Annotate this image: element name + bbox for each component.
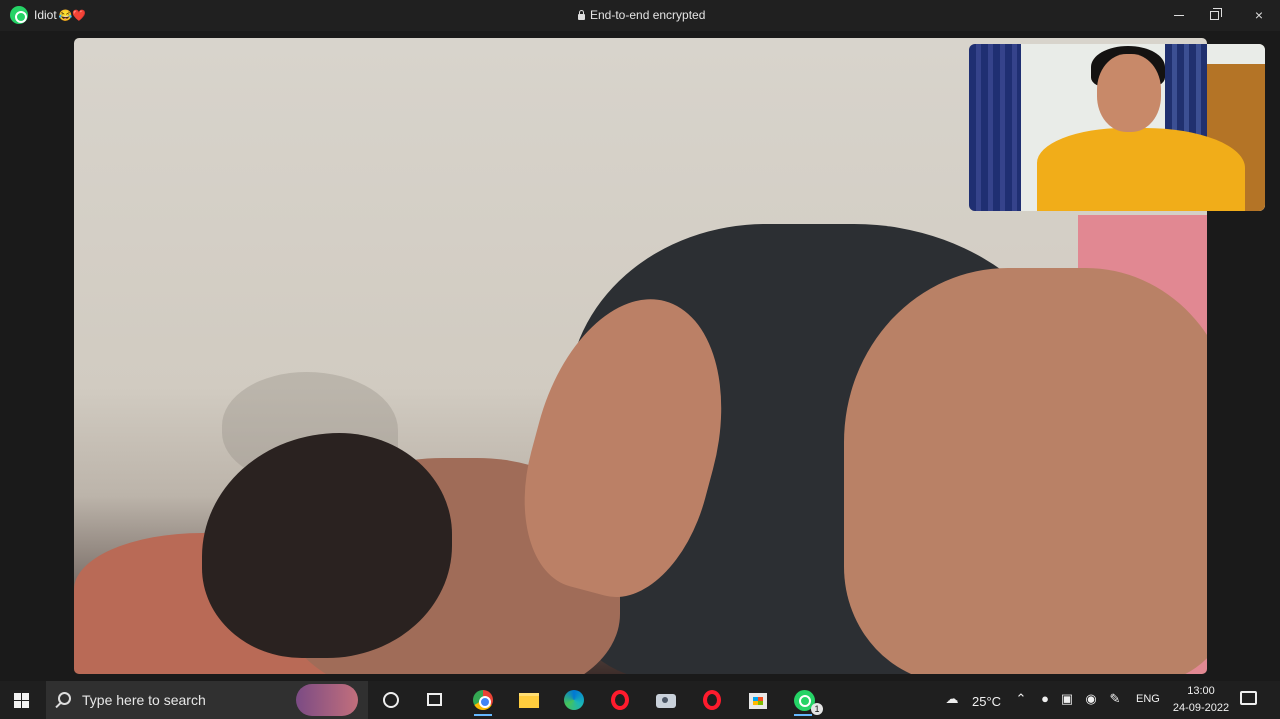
weather-temperature[interactable]: 25°C <box>972 694 1001 709</box>
self-person-shirt <box>1037 128 1245 211</box>
language-indicator[interactable]: ENG <box>1136 693 1160 705</box>
whatsapp-call-window: Idiot 😂❤️ End-to-end encrypted × <box>0 0 1280 681</box>
security-icon[interactable]: ▣ <box>1060 692 1074 706</box>
whatsapp-icon <box>10 6 28 24</box>
self-video[interactable] <box>969 44 1265 211</box>
windows-logo-icon <box>14 693 21 700</box>
remote-person-arm <box>844 268 1207 674</box>
self-person-face <box>1097 54 1161 132</box>
whatsapp-taskbar-button[interactable]: 1 <box>784 684 823 716</box>
weather-icon[interactable]: ☁ <box>945 692 959 706</box>
clock-date[interactable]: 24-09-2022 <box>1163 702 1239 714</box>
search-placeholder: Type here to search <box>82 692 206 708</box>
opera-taskbar-button[interactable] <box>601 684 639 716</box>
camera-icon <box>656 694 676 708</box>
windows-taskbar: Type here to search 1 ☁ 25°C ⌃ ● ▣ ◉ ✎ E… <box>0 681 1280 719</box>
remote-person-hair <box>202 433 452 658</box>
camera-taskbar-button[interactable] <box>647 684 685 716</box>
clock-time[interactable]: 13:00 <box>1176 685 1226 697</box>
close-button[interactable]: × <box>1248 4 1270 26</box>
opera-gx-taskbar-button[interactable] <box>693 684 731 716</box>
app-tray-icon[interactable]: ◉ <box>1084 692 1098 706</box>
minimize-button[interactable] <box>1168 4 1190 26</box>
edge-icon <box>564 690 584 710</box>
encryption-label: End-to-end encrypted <box>590 8 706 22</box>
notification-badge: 1 <box>811 703 823 715</box>
search-icon <box>58 692 71 705</box>
task-view-button[interactable] <box>416 684 454 716</box>
cortana-icon <box>383 692 399 708</box>
chrome-taskbar-button[interactable] <box>464 684 502 716</box>
title-bar: Idiot 😂❤️ End-to-end encrypted × <box>0 0 1280 31</box>
notification-icon[interactable] <box>1240 691 1257 705</box>
file-explorer-taskbar-button[interactable] <box>510 684 548 716</box>
left-curtain <box>969 44 1021 211</box>
search-highlight-image <box>296 684 358 716</box>
file-explorer-icon <box>519 693 539 708</box>
windows-logo-icon-part <box>22 701 29 708</box>
restore-button[interactable] <box>1204 4 1226 26</box>
pen-icon[interactable]: ✎ <box>1108 692 1122 706</box>
cortana-button[interactable] <box>372 684 410 716</box>
opera-icon <box>611 690 629 710</box>
chrome-icon <box>473 690 493 710</box>
start-button[interactable] <box>14 693 30 709</box>
contact-emojis: 😂❤️ <box>58 10 87 22</box>
windows-logo-icon-part <box>22 693 29 700</box>
opera-gx-icon <box>703 690 721 710</box>
contact-name-text: Idiot <box>34 8 57 22</box>
edge-taskbar-button[interactable] <box>555 684 593 716</box>
chevron-up-icon[interactable]: ⌃ <box>1014 692 1028 706</box>
taskbar-search[interactable]: Type here to search <box>46 681 368 719</box>
task-view-icon <box>427 693 442 706</box>
encryption-status: End-to-end encrypted <box>578 8 705 22</box>
restore-icon <box>1210 8 1222 20</box>
microphone-icon[interactable]: ● <box>1038 692 1052 706</box>
contact-name: Idiot 😂❤️ <box>34 8 86 22</box>
lock-icon <box>578 10 585 20</box>
minimize-icon <box>1174 15 1184 16</box>
microsoft-store-icon <box>749 693 767 709</box>
windows-logo-icon-part <box>14 701 21 708</box>
store-taskbar-button[interactable] <box>739 684 777 716</box>
